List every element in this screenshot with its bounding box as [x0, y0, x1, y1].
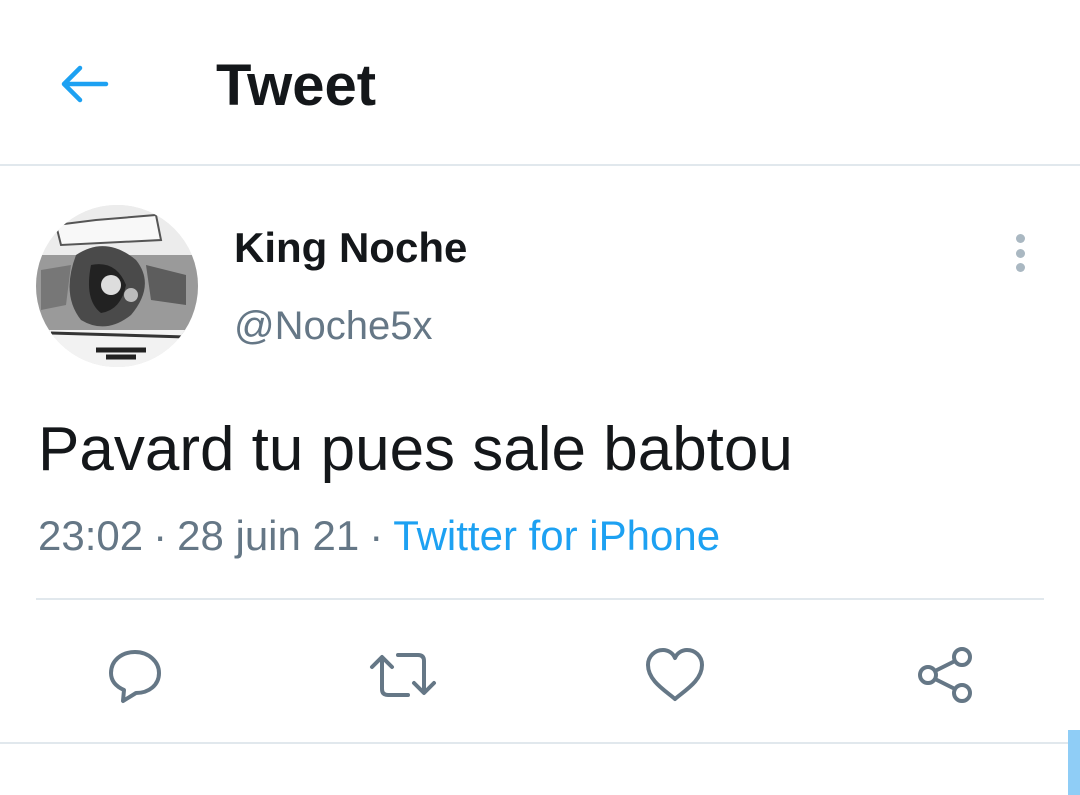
action-bar	[0, 630, 1080, 716]
share-button[interactable]	[910, 640, 980, 710]
tweet-detail-page: Tweet King Noche @Noche5x Pavard tu pues…	[0, 0, 1080, 795]
avatar[interactable]	[36, 205, 198, 367]
more-dot-icon	[1015, 234, 1025, 243]
retweet-icon	[370, 653, 436, 697]
share-icon	[918, 647, 972, 703]
tweet-source-link[interactable]: Twitter for iPhone	[393, 512, 720, 559]
tweet-text: Pavard tu pues sale babtou	[38, 415, 793, 484]
more-dot-icon	[1015, 263, 1025, 272]
reply-icon	[109, 650, 161, 703]
like-button[interactable]	[640, 640, 710, 710]
more-dot-icon	[1015, 248, 1025, 258]
scrollbar[interactable]	[1068, 730, 1080, 795]
retweet-button[interactable]	[368, 640, 438, 710]
reply-button[interactable]	[100, 640, 170, 710]
author-name[interactable]: King Noche	[234, 222, 467, 274]
heart-icon	[646, 648, 704, 701]
more-options-button[interactable]	[1000, 228, 1040, 278]
tweet-time: 23:02	[38, 512, 144, 559]
divider	[36, 598, 1044, 600]
avatar-image	[36, 205, 198, 367]
top-bar: Tweet	[0, 0, 1080, 166]
tweet-date: 28 juin 21	[177, 512, 360, 559]
page-title: Tweet	[216, 53, 377, 118]
author-handle[interactable]: @Noche5x	[234, 300, 432, 352]
meta-separator: ·	[369, 512, 384, 559]
divider	[0, 742, 1080, 744]
meta-separator: ·	[153, 512, 168, 559]
tweet-meta: 23:02 · 28 juin 21 · Twitter for iPhone	[38, 508, 720, 564]
back-button[interactable]	[52, 52, 116, 116]
arrow-left-icon	[61, 65, 109, 103]
